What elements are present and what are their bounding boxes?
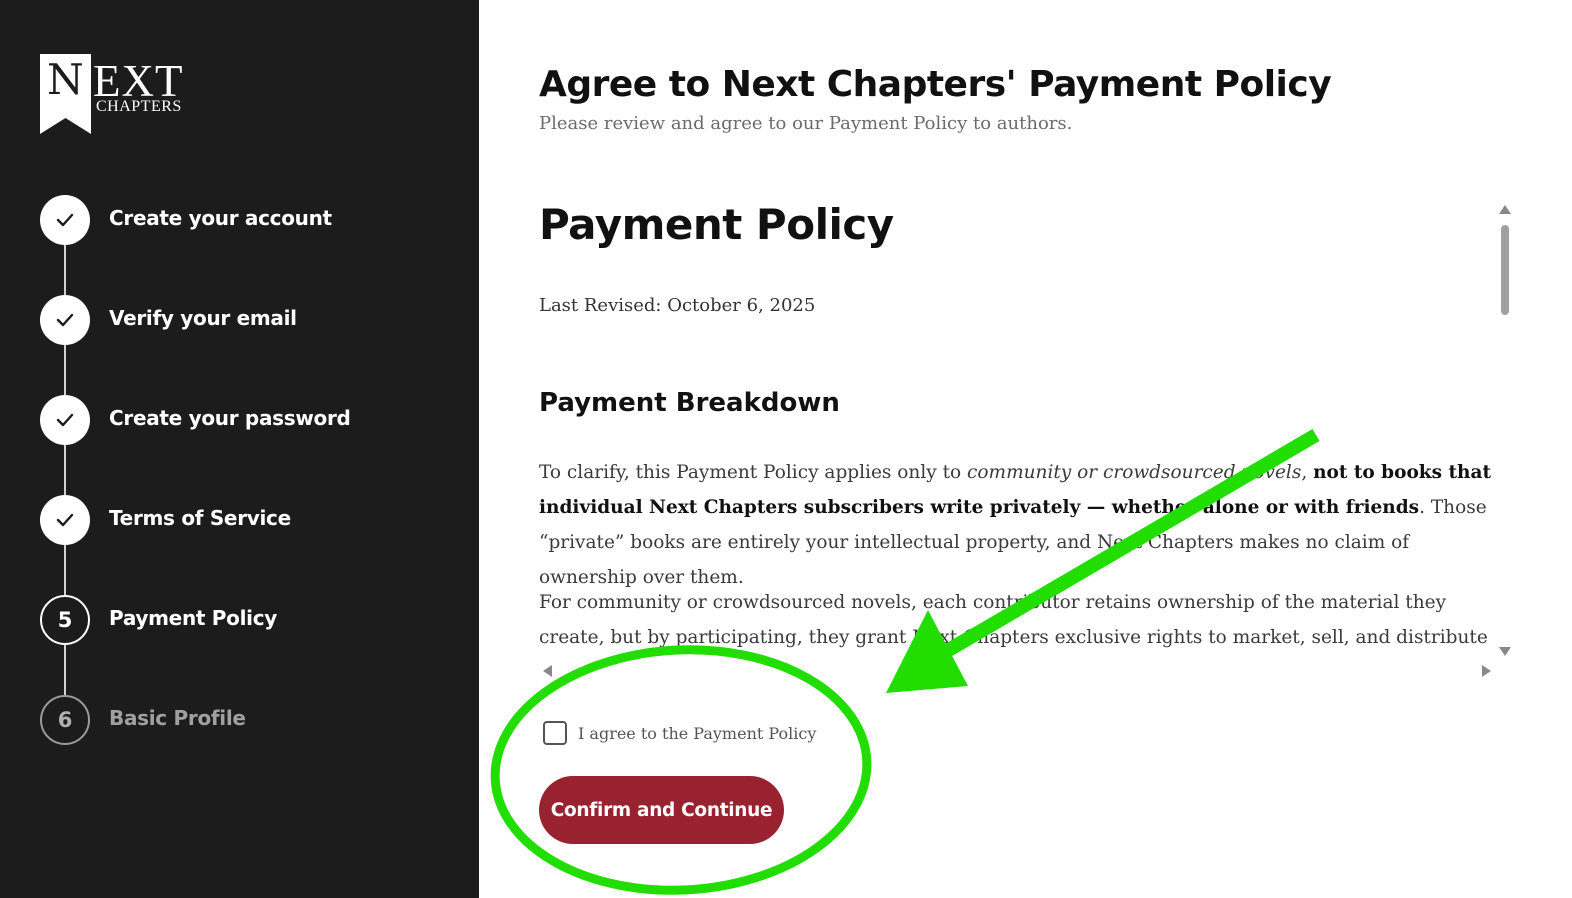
- agree-checkbox-label[interactable]: I agree to the Payment Policy: [578, 724, 816, 743]
- step-complete-indicator: [40, 195, 90, 245]
- paragraph-emphasis: community or crowdsourced novels: [967, 462, 1302, 483]
- bookmark-badge-icon: N: [40, 54, 91, 134]
- page-title: Agree to Next Chapters' Payment Policy: [539, 64, 1332, 105]
- step-verify-email[interactable]: Verify your email: [40, 295, 460, 345]
- step-basic-profile: 6 Basic Profile: [40, 695, 460, 745]
- policy-scroll-area[interactable]: Payment Policy Last Revised: October 6, …: [539, 200, 1509, 660]
- step-number: 6: [40, 695, 90, 745]
- logo-letter: N: [47, 55, 84, 104]
- section-heading: Payment Breakdown: [539, 388, 840, 418]
- step-connector: [64, 645, 66, 695]
- scroll-up-arrow-icon[interactable]: [1499, 205, 1511, 214]
- step-connector: [64, 245, 66, 295]
- main-content: Agree to Next Chapters' Payment Policy P…: [479, 0, 1572, 898]
- policy-paragraph: To clarify, this Payment Policy applies …: [539, 455, 1509, 595]
- step-label: Create your password: [109, 406, 351, 430]
- step-label: Basic Profile: [109, 706, 246, 730]
- scroll-right-arrow-icon[interactable]: [1482, 665, 1491, 677]
- step-create-account[interactable]: Create your account: [40, 195, 460, 245]
- step-number: 5: [40, 595, 90, 645]
- step-payment-policy: 5 Payment Policy: [40, 595, 460, 645]
- paragraph-text: ,: [1301, 462, 1314, 483]
- agree-checkbox-row[interactable]: I agree to the Payment Policy: [543, 720, 816, 746]
- step-complete-indicator: [40, 295, 90, 345]
- step-complete-indicator: [40, 495, 90, 545]
- paragraph-text: To clarify, this Payment Policy applies …: [539, 462, 968, 483]
- check-icon: [56, 413, 74, 427]
- page-subtitle: Please review and agree to our Payment P…: [539, 113, 1073, 134]
- policy-title: Payment Policy: [539, 200, 894, 249]
- last-revised-date: Last Revised: October 6, 2025: [539, 295, 816, 316]
- step-connector: [64, 345, 66, 395]
- sidebar: N EXT CHAPTERS Create your account Verif…: [0, 0, 479, 898]
- check-icon: [56, 513, 74, 527]
- agree-checkbox[interactable]: [543, 721, 567, 745]
- vertical-scrollbar-thumb[interactable]: [1501, 225, 1509, 315]
- step-connector: [64, 545, 66, 595]
- policy-paragraph: For community or crowdsourced novels, ea…: [539, 592, 1488, 648]
- step-label: Verify your email: [109, 306, 297, 330]
- check-icon: [56, 213, 74, 227]
- step-complete-indicator: [40, 395, 90, 445]
- step-label: Create your account: [109, 206, 332, 230]
- check-icon: [56, 313, 74, 327]
- next-chapters-logo: N EXT CHAPTERS: [40, 54, 200, 136]
- step-label: Terms of Service: [109, 506, 291, 530]
- scroll-down-arrow-icon[interactable]: [1499, 647, 1511, 656]
- step-label: Payment Policy: [109, 606, 278, 630]
- logo-subtitle: CHAPTERS: [96, 98, 182, 115]
- scroll-left-arrow-icon[interactable]: [543, 665, 552, 677]
- step-connector: [64, 445, 66, 495]
- step-terms-of-service[interactable]: Terms of Service: [40, 495, 460, 545]
- confirm-and-continue-button[interactable]: Confirm and Continue: [539, 776, 784, 844]
- step-create-password[interactable]: Create your password: [40, 395, 460, 445]
